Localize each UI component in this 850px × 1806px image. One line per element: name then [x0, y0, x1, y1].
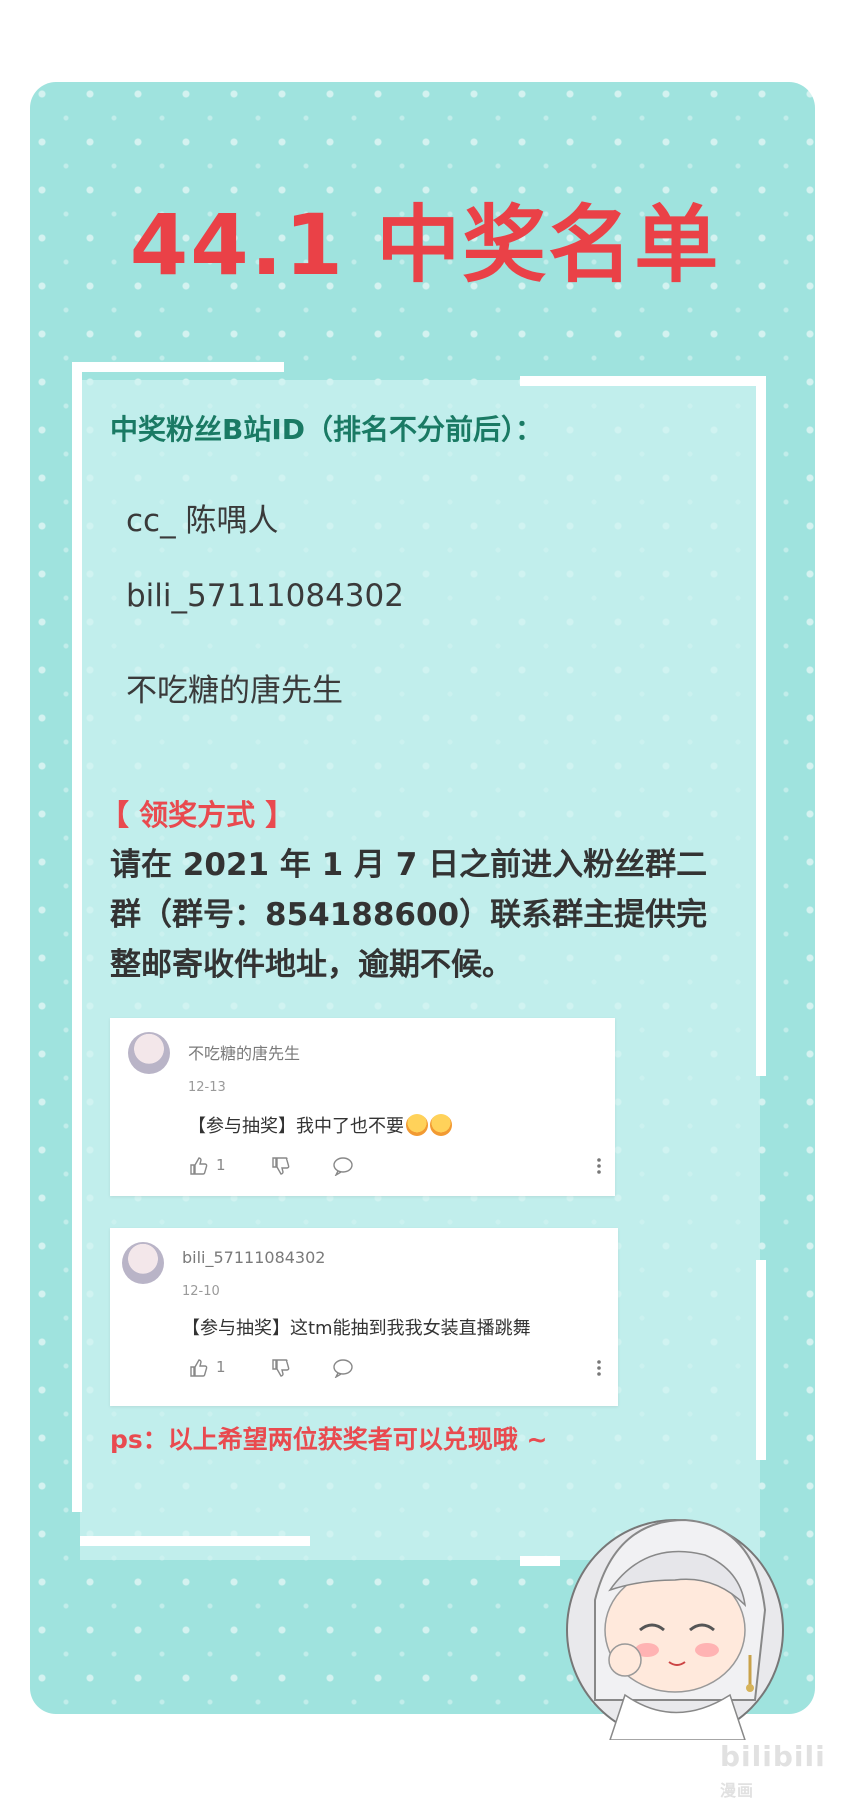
- watermark-main: bilibili: [720, 1740, 826, 1773]
- character-illustration: [566, 1518, 784, 1740]
- comment-text-content: 【参与抽奖】我中了也不要: [188, 1116, 404, 1137]
- like-count: 1: [216, 1358, 226, 1376]
- emoji-icon: [430, 1114, 452, 1136]
- like-count: 1: [216, 1156, 226, 1174]
- comment-date: 12-10: [182, 1284, 220, 1299]
- frame-right-lower: [756, 1260, 766, 1460]
- ps-note: ps：以上希望两位获奖者可以兑现哦 ~: [110, 1425, 548, 1454]
- winners-heading: 中奖粉丝B站ID（排名不分前后）：: [110, 413, 544, 446]
- more-icon[interactable]: [596, 1358, 602, 1382]
- reply-icon[interactable]: [332, 1156, 354, 1180]
- thumbs-down-icon[interactable]: [270, 1156, 290, 1180]
- winner-2: bili_57111084302: [126, 578, 404, 614]
- comment-card-1: 不吃糖的唐先生 12-13 【参与抽奖】我中了也不要 1: [110, 1018, 615, 1196]
- comment-card-2: bili_57111084302 12-10 【参与抽奖】这tm能抽到我我女装直…: [110, 1228, 618, 1406]
- thumbs-up-icon[interactable]: [188, 1156, 208, 1180]
- frame-right: [756, 376, 766, 1076]
- winner-3: 不吃糖的唐先生: [126, 673, 343, 709]
- claim-instructions: 请在 2021 年 1 月 7 日之前进入粉丝群二群（群号：854188600）…: [110, 847, 708, 983]
- frame-bottom-left: [80, 1536, 310, 1546]
- comment-text: 【参与抽奖】这tm能抽到我我女装直播跳舞: [182, 1318, 531, 1339]
- frame-left: [72, 362, 82, 1512]
- avatar[interactable]: [122, 1242, 164, 1284]
- frame-top-left: [74, 362, 284, 372]
- more-icon[interactable]: [596, 1156, 602, 1180]
- page-title: 44.1 中奖名单: [129, 196, 721, 294]
- thumbs-down-icon[interactable]: [270, 1358, 290, 1382]
- winner-1: cc_ 陈喁人: [126, 503, 279, 539]
- watermark-sub: 漫画: [720, 1781, 755, 1800]
- thumbs-up-icon[interactable]: [188, 1358, 208, 1382]
- comment-date: 12-13: [188, 1080, 226, 1095]
- comment-actions: 1: [188, 1358, 608, 1380]
- comment-username[interactable]: 不吃糖的唐先生: [188, 1040, 300, 1064]
- avatar[interactable]: [128, 1032, 170, 1074]
- comment-text: 【参与抽奖】我中了也不要: [188, 1112, 452, 1138]
- emoji-icon: [406, 1114, 428, 1136]
- claim-label: 【 领奖方式 】: [100, 798, 295, 832]
- reply-icon[interactable]: [332, 1358, 354, 1382]
- comment-username[interactable]: bili_57111084302: [182, 1248, 325, 1267]
- frame-top-right: [520, 376, 760, 386]
- frame-bottom-right: [520, 1556, 560, 1566]
- comment-actions: 1: [188, 1156, 608, 1178]
- bilibili-comics-watermark: bilibili 漫画: [720, 1740, 850, 1806]
